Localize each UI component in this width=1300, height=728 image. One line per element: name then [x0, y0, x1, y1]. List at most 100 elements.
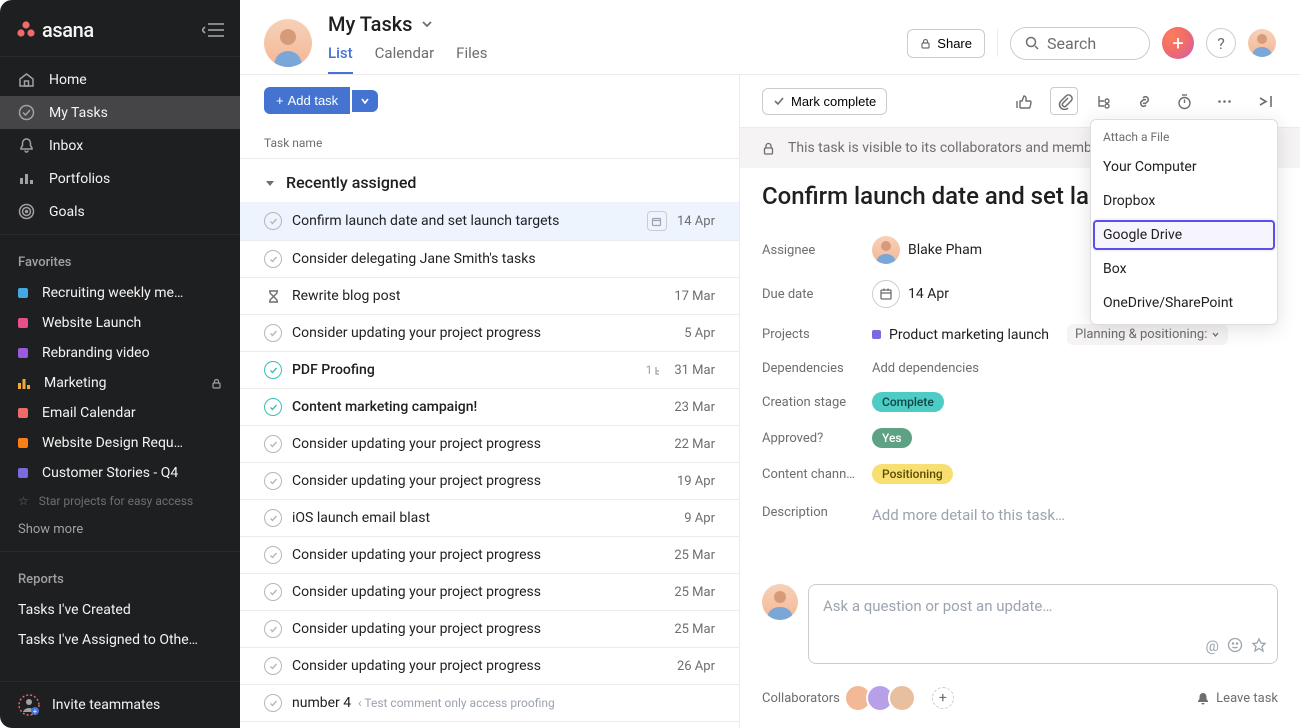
- favorite-item[interactable]: Customer Stories - Q4: [0, 458, 240, 488]
- assignee-avatar: [872, 236, 900, 264]
- add-task-menu-button[interactable]: [352, 90, 378, 112]
- nav-my-tasks[interactable]: My Tasks: [0, 96, 240, 129]
- favorite-item[interactable]: Recruiting weekly me…: [0, 278, 240, 308]
- timer-icon[interactable]: [1170, 87, 1198, 115]
- attach-option[interactable]: OneDrive/SharePoint: [1091, 286, 1277, 320]
- task-row[interactable]: Consider updating your project progress2…: [240, 574, 739, 611]
- project-section-tag[interactable]: Planning & positioning:: [1067, 324, 1228, 345]
- search-input[interactable]: Search: [1010, 27, 1150, 60]
- add-dependencies[interactable]: Add dependencies: [872, 361, 979, 376]
- task-check-icon[interactable]: [264, 435, 282, 453]
- collapse-sidebar-icon[interactable]: [202, 21, 224, 39]
- collaborator-avatars[interactable]: [850, 684, 916, 712]
- task-row[interactable]: iOS launch email blast9 Apr: [240, 500, 739, 537]
- favorite-item[interactable]: Marketing: [0, 368, 240, 398]
- task-date: 9 Apr: [684, 511, 715, 526]
- lock-icon: [211, 378, 222, 389]
- project-color-icon: [872, 330, 881, 339]
- attach-icon[interactable]: [1050, 87, 1078, 115]
- mark-complete-button[interactable]: Mark complete: [762, 88, 887, 115]
- favorite-item[interactable]: Website Launch: [0, 308, 240, 338]
- task-check-icon[interactable]: [264, 657, 282, 675]
- task-row[interactable]: Content marketing campaign!23 Mar: [240, 389, 739, 426]
- task-check-icon[interactable]: [264, 212, 282, 230]
- attach-option[interactable]: Box: [1091, 252, 1277, 286]
- task-row[interactable]: Consider updating your project progress5…: [240, 315, 739, 352]
- tab-files[interactable]: Files: [456, 36, 487, 74]
- global-add-button[interactable]: +: [1162, 27, 1194, 59]
- task-check-icon[interactable]: [264, 324, 282, 342]
- nav-goals[interactable]: Goals: [0, 195, 240, 228]
- invite-teammates[interactable]: + Invite teammates: [0, 681, 240, 728]
- due-date-value[interactable]: 14 Apr: [872, 280, 949, 308]
- channel-value[interactable]: Positioning: [872, 464, 953, 484]
- profile-avatar[interactable]: [264, 19, 312, 67]
- task-check-icon[interactable]: [264, 620, 282, 638]
- task-row[interactable]: Consider delegating Jane Smith's tasks: [240, 241, 739, 278]
- task-row[interactable]: Rewrite blog post17 Mar: [240, 278, 739, 315]
- nav-portfolios[interactable]: Portfolios: [0, 162, 240, 195]
- add-task-button[interactable]: +Add task: [264, 87, 350, 114]
- task-row[interactable]: number 4 ‹ Test comment only access proo…: [240, 685, 739, 722]
- more-icon[interactable]: [1210, 87, 1238, 115]
- add-collaborator-button[interactable]: +: [932, 687, 954, 709]
- comment-input[interactable]: Ask a question or post an update… @: [808, 584, 1278, 664]
- bell-icon: [1196, 691, 1210, 705]
- description-input[interactable]: Add more detail to this task…: [872, 500, 1065, 524]
- star-icon[interactable]: [1251, 637, 1267, 655]
- task-check-icon[interactable]: [264, 250, 282, 268]
- task-row[interactable]: Consider updating your project progress2…: [240, 537, 739, 574]
- leave-task-button[interactable]: Leave task: [1196, 691, 1278, 706]
- report-item[interactable]: Tasks I've Created: [0, 595, 240, 625]
- subtask-icon[interactable]: [1090, 87, 1118, 115]
- task-row[interactable]: Consider updating your project progress2…: [240, 426, 739, 463]
- favorite-item[interactable]: Rebranding video: [0, 338, 240, 368]
- show-more-link[interactable]: Show more: [0, 514, 240, 545]
- task-check-icon[interactable]: [264, 583, 282, 601]
- task-check-icon[interactable]: [264, 546, 282, 564]
- attach-option[interactable]: Your Computer: [1091, 150, 1277, 184]
- section-recently-assigned[interactable]: Recently assigned: [240, 159, 739, 202]
- nav-inbox[interactable]: Inbox: [0, 129, 240, 162]
- task-row[interactable]: Consider updating your project progress2…: [240, 611, 739, 648]
- attach-option[interactable]: Google Drive: [1091, 218, 1277, 252]
- task-row[interactable]: Consider updating your project progress2…: [240, 648, 739, 685]
- chevron-down-icon[interactable]: [420, 17, 434, 31]
- nav-home[interactable]: Home: [0, 63, 240, 96]
- task-date: 25 Mar: [674, 548, 715, 563]
- report-item[interactable]: Tasks I've Assigned to Othe…: [0, 625, 240, 655]
- approved-value[interactable]: Yes: [872, 428, 912, 448]
- emoji-icon[interactable]: [1227, 637, 1243, 655]
- at-mention-icon[interactable]: @: [1206, 637, 1219, 655]
- project-value[interactable]: Product marketing launch Planning & posi…: [872, 324, 1228, 345]
- attach-option[interactable]: Dropbox: [1091, 184, 1277, 218]
- bars-icon: [18, 170, 35, 187]
- task-check-icon[interactable]: [264, 361, 282, 379]
- task-date: 25 Mar: [674, 585, 715, 600]
- task-row[interactable]: PDF Proofing1 31 Mar: [240, 352, 739, 389]
- user-avatar[interactable]: [1248, 29, 1276, 57]
- like-icon[interactable]: [1010, 87, 1038, 115]
- task-row[interactable]: Confirm launch date and set launch targe…: [240, 202, 739, 241]
- task-check-icon[interactable]: [264, 509, 282, 527]
- chart-icon: [18, 377, 30, 389]
- assignee-value[interactable]: Blake Pham: [872, 236, 982, 264]
- task-row[interactable]: Consider updating your project progress1…: [240, 463, 739, 500]
- task-check-icon[interactable]: [264, 694, 282, 712]
- favorite-item[interactable]: Email Calendar: [0, 398, 240, 428]
- share-button[interactable]: Share: [907, 29, 985, 58]
- task-name: Consider updating your project progress: [292, 658, 667, 674]
- task-check-icon[interactable]: [264, 472, 282, 490]
- task-check-icon[interactable]: [264, 398, 282, 416]
- calendar-icon[interactable]: [647, 211, 667, 231]
- tab-list[interactable]: List: [328, 36, 353, 74]
- home-icon: [18, 71, 35, 88]
- logo[interactable]: asana: [16, 18, 94, 42]
- tab-calendar[interactable]: Calendar: [375, 36, 435, 74]
- invite-label: Invite teammates: [52, 697, 160, 713]
- favorite-item[interactable]: Website Design Requ…: [0, 428, 240, 458]
- link-icon[interactable]: [1130, 87, 1158, 115]
- close-pane-icon[interactable]: [1250, 87, 1278, 115]
- help-button[interactable]: ?: [1206, 28, 1236, 58]
- stage-value[interactable]: Complete: [872, 392, 944, 412]
